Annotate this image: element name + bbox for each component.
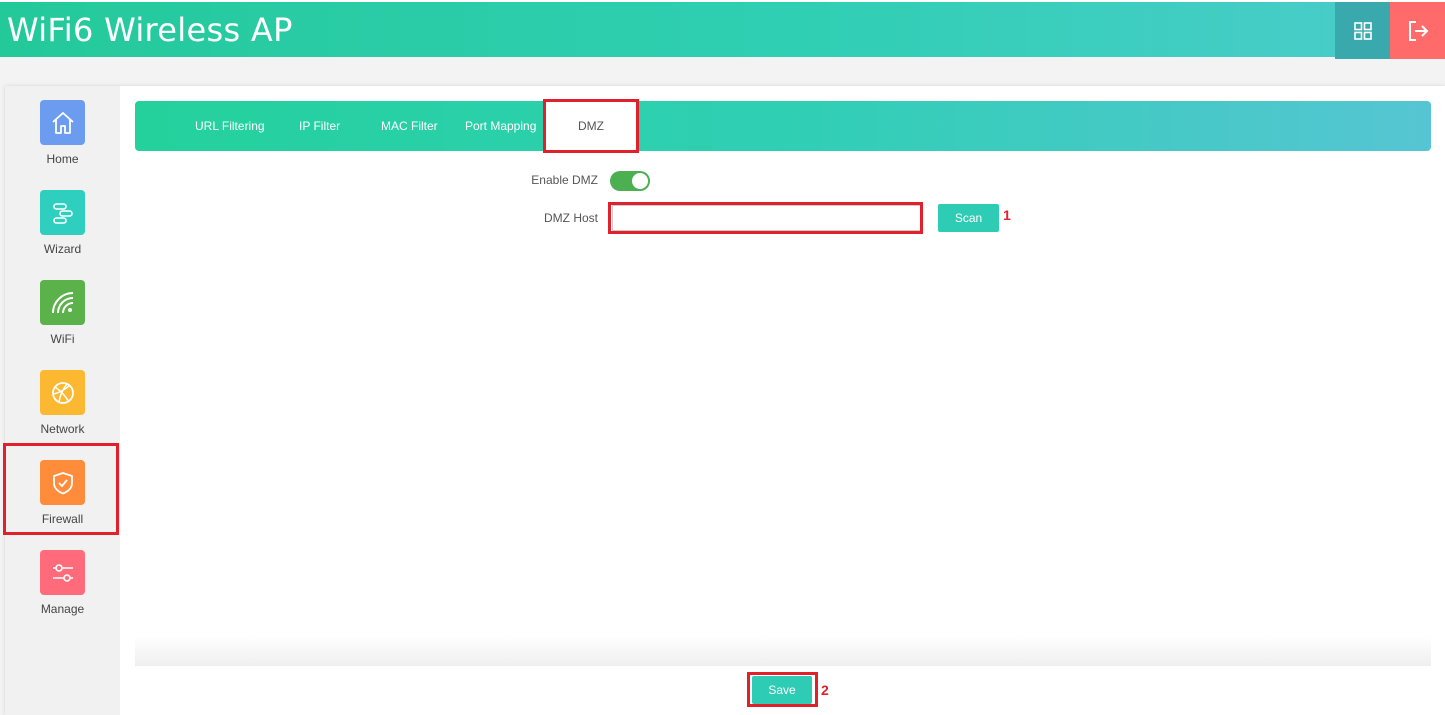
- tab-port-mapping[interactable]: Port Mapping: [465, 101, 536, 151]
- shield-icon: [40, 460, 85, 505]
- sidebar-item-manage[interactable]: Manage: [5, 536, 120, 622]
- sidebar-item-label: Network: [40, 422, 85, 436]
- enable-dmz-toggle[interactable]: [610, 171, 650, 191]
- scan-button[interactable]: Scan: [938, 204, 999, 232]
- sidebar-item-label: WiFi: [50, 332, 75, 346]
- sidebar-item-wifi[interactable]: WiFi: [5, 266, 120, 352]
- sidebar-item-wizard[interactable]: Wizard: [5, 176, 120, 262]
- save-button[interactable]: Save: [752, 676, 812, 704]
- tab-mac-filter[interactable]: MAC Filter: [381, 101, 438, 151]
- sliders-icon: [40, 550, 85, 595]
- wizard-icon: [40, 190, 85, 235]
- tab-dmz[interactable]: DMZ: [545, 101, 637, 151]
- sidebar: Home Wizard WiFi Network Firewall Manage: [5, 86, 120, 715]
- sidebar-item-firewall[interactable]: Firewall: [5, 446, 120, 532]
- tab-bar: URL Filtering IP Filter MAC Filter Port …: [135, 101, 1431, 151]
- logout-button[interactable]: [1390, 2, 1445, 59]
- sidebar-item-label: Firewall: [41, 512, 84, 526]
- enable-dmz-label: Enable DMZ: [531, 173, 598, 187]
- dmz-host-label: DMZ Host: [544, 211, 598, 225]
- sidebar-item-label: Manage: [40, 602, 85, 616]
- main-panel: Home Wizard WiFi Network Firewall Manage…: [5, 86, 1445, 715]
- annotation-marker-2: 2: [821, 682, 829, 698]
- app-title: WiFi6 Wireless AP: [7, 11, 293, 49]
- tab-url-filtering[interactable]: URL Filtering: [195, 101, 265, 151]
- sidebar-item-label: Wizard: [43, 242, 82, 256]
- sidebar-item-network[interactable]: Network: [5, 356, 120, 442]
- apps-button[interactable]: [1335, 2, 1390, 59]
- content-footer-divider: [135, 636, 1431, 666]
- toggle-knob: [632, 173, 648, 189]
- wifi-icon: [40, 280, 85, 325]
- top-bar: WiFi6 Wireless AP: [0, 0, 1445, 59]
- annotation-marker-1: 1: [1003, 207, 1011, 223]
- grid-icon: [1353, 21, 1372, 40]
- globe-icon: [40, 370, 85, 415]
- sidebar-item-label: Home: [46, 152, 79, 166]
- logout-icon: [1408, 20, 1428, 41]
- dmz-host-input[interactable]: [612, 205, 921, 231]
- tab-ip-filter[interactable]: IP Filter: [299, 101, 340, 151]
- sidebar-item-home[interactable]: Home: [5, 86, 120, 172]
- home-icon: [40, 100, 85, 145]
